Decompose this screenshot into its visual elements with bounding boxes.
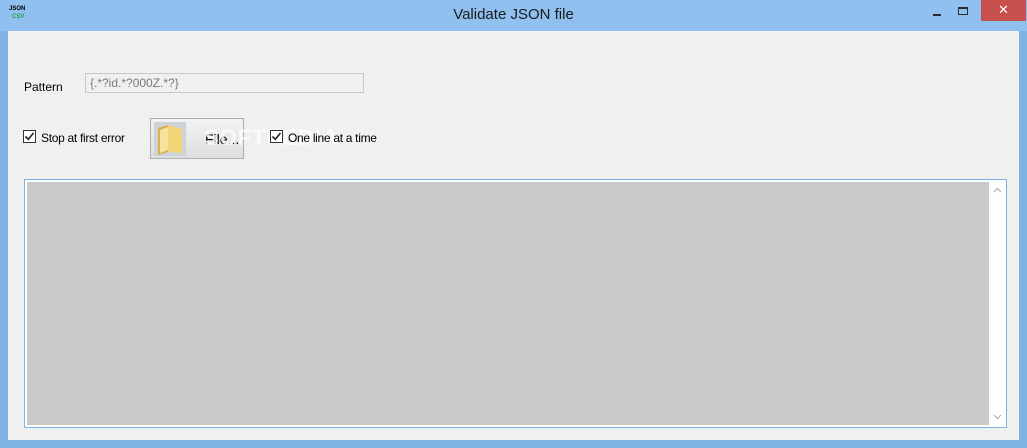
minimize-button[interactable] bbox=[925, 0, 948, 21]
window-title: Validate JSON file bbox=[453, 6, 574, 23]
client-area: Pattern Stop at first error File... SOFT… bbox=[8, 31, 1019, 440]
vertical-scrollbar[interactable] bbox=[990, 181, 1005, 426]
checkmark-icon bbox=[271, 132, 282, 141]
maximize-icon bbox=[957, 6, 968, 15]
title-bar[interactable]: JSON CSV Validate JSON file ✕ bbox=[0, 0, 1027, 31]
one-line-at-a-time-checkbox[interactable] bbox=[270, 130, 283, 143]
maximize-button[interactable] bbox=[951, 0, 974, 21]
stop-at-first-error-label[interactable]: Stop at first error bbox=[41, 131, 125, 145]
stop-at-first-error-checkbox[interactable] bbox=[23, 130, 36, 143]
close-button[interactable]: ✕ bbox=[981, 0, 1026, 21]
app-window: JSON CSV Validate JSON file ✕ Pattern St… bbox=[0, 0, 1027, 448]
folder-icon bbox=[154, 122, 186, 156]
close-icon: ✕ bbox=[998, 3, 1009, 18]
output-text[interactable] bbox=[27, 182, 989, 425]
chevron-down-icon[interactable] bbox=[993, 414, 1002, 420]
minimize-icon bbox=[932, 13, 941, 16]
one-line-at-a-time-label[interactable]: One line at a time bbox=[288, 131, 377, 145]
pattern-label: Pattern bbox=[24, 80, 63, 94]
pattern-input[interactable] bbox=[85, 73, 364, 93]
chevron-up-icon[interactable] bbox=[993, 187, 1002, 193]
output-textbox[interactable] bbox=[24, 179, 1007, 428]
checkmark-icon bbox=[24, 132, 35, 141]
